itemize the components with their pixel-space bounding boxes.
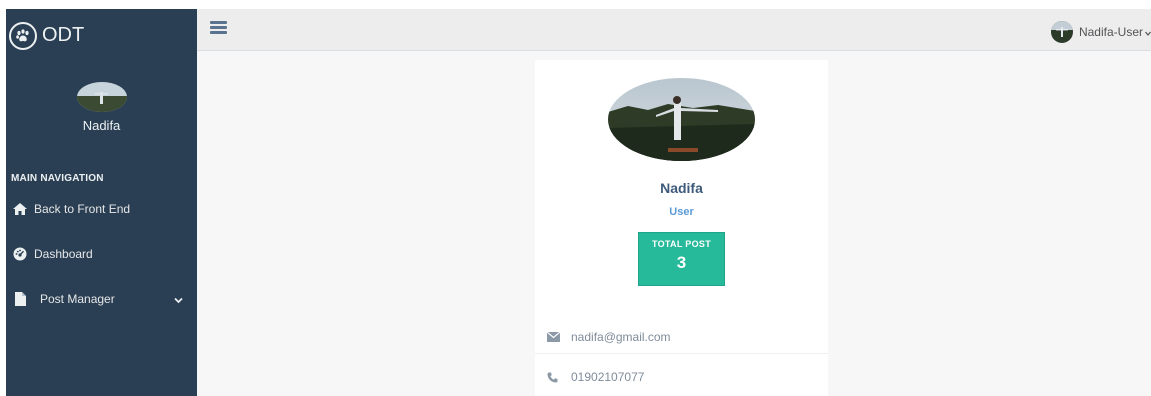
hamburger-icon[interactable] — [210, 21, 227, 35]
sidebar-profile: Nadifa — [6, 62, 197, 133]
envelope-icon — [547, 331, 561, 343]
phone-icon — [547, 371, 561, 383]
phone-row: 01902107077 — [535, 360, 828, 394]
brand-title: ODT — [42, 24, 85, 46]
user-name: Nadifa-User — [1078, 25, 1143, 39]
phone-text: 01902107077 — [571, 370, 645, 384]
home-icon — [12, 202, 28, 216]
sidebar-avatar — [76, 82, 127, 112]
sidebar-item-label: Post Manager — [40, 292, 115, 306]
sidebar-item-label: Dashboard — [34, 247, 93, 261]
stat-value: 3 — [676, 253, 687, 272]
chevron-down-icon — [1145, 25, 1151, 39]
sidebar-profile-name: Nadifa — [82, 118, 121, 133]
sidebar: ODT Nadifa MAIN NAVIGATION Back to Front… — [6, 9, 197, 396]
dashboard-icon — [12, 247, 28, 261]
email-text: nadifa@gmail.com — [571, 329, 671, 344]
profile-avatar — [608, 78, 755, 161]
profile-role: User — [669, 206, 694, 218]
sidebar-item-dashboard[interactable]: Dashboard — [6, 243, 197, 265]
chevron-down-icon — [174, 293, 183, 307]
file-icon — [12, 292, 28, 306]
top-nav: Nadifa-User — [197, 9, 1151, 51]
profile-card: Nadifa User TOTAL POST 3 nadifa@gmail.co… — [535, 60, 828, 396]
user-menu[interactable]: Nadifa-User — [1050, 21, 1151, 43]
brand[interactable]: ODT — [6, 9, 197, 62]
main-content: Nadifa User TOTAL POST 3 nadifa@gmail.co… — [197, 51, 1151, 396]
sidebar-item-post-manager[interactable]: Post Manager — [6, 288, 197, 310]
email-row: nadifa@gmail.com — [535, 320, 828, 354]
sidebar-item-label: Back to Front End — [34, 202, 131, 216]
nav-heading: MAIN NAVIGATION — [11, 173, 104, 184]
paw-icon — [9, 21, 37, 50]
total-post-stat: TOTAL POST 3 — [638, 232, 725, 286]
user-avatar — [1050, 21, 1073, 43]
sidebar-item-back-to-front-end[interactable]: Back to Front End — [6, 198, 197, 220]
profile-name: Nadifa — [660, 180, 703, 196]
stat-label: TOTAL POST — [651, 239, 711, 249]
